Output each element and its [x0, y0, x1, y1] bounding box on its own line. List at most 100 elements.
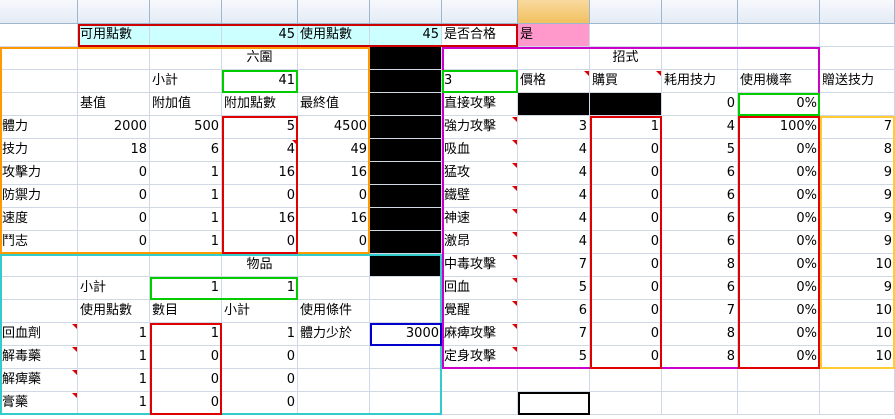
cell-b9[interactable]: 0 [78, 208, 150, 231]
cell-e10[interactable]: 0 [298, 231, 370, 254]
cell-b11[interactable] [78, 254, 150, 277]
cell-g8[interactable]: 鐵壁 [442, 185, 518, 208]
cell-c11[interactable] [150, 254, 222, 277]
cell-e13[interactable]: 使用條件 [298, 300, 370, 323]
cell-i12[interactable]: 0 [590, 277, 662, 300]
cell-k15[interactable]: 8 [662, 346, 738, 369]
cell-e2[interactable] [298, 47, 370, 70]
cell-c5[interactable]: 500 [150, 116, 222, 139]
cell-n17[interactable] [820, 392, 895, 415]
cell-f16[interactable] [370, 369, 442, 392]
cell-a4[interactable] [0, 93, 78, 116]
cell-h3[interactable]: 價格 [518, 70, 590, 93]
cell-c1[interactable] [150, 24, 222, 47]
cell-g17[interactable] [442, 392, 518, 415]
column-header-b[interactable] [78, 0, 150, 24]
cell-g10[interactable]: 激昂 [442, 231, 518, 254]
cell-h17[interactable] [518, 392, 590, 415]
cell-i17[interactable] [590, 392, 662, 415]
cell-a16[interactable]: 解痺藥 [0, 369, 78, 392]
cell-b1[interactable]: 可用點數 [78, 24, 150, 47]
cell-c14[interactable]: 1 [150, 323, 222, 346]
cell-f7[interactable] [370, 162, 442, 185]
cell-g14[interactable]: 麻痺攻擊 [442, 323, 518, 346]
cell-d6[interactable]: 4 [222, 139, 298, 162]
cell-n1[interactable] [820, 24, 895, 47]
column-header-i[interactable] [590, 0, 662, 24]
cell-h15[interactable]: 5 [518, 346, 590, 369]
column-header-k[interactable] [662, 0, 738, 24]
cell-n15[interactable]: 10 [820, 346, 895, 369]
cell-f5[interactable] [370, 116, 442, 139]
cell-d5[interactable]: 5 [222, 116, 298, 139]
cell-h12[interactable]: 5 [518, 277, 590, 300]
cell-l17[interactable] [738, 392, 820, 415]
column-header-f[interactable] [370, 0, 442, 24]
cell-b3[interactable] [78, 70, 150, 93]
cell-k14[interactable]: 8 [662, 323, 738, 346]
cell-d2[interactable]: 六圍 [222, 47, 298, 70]
cell-b8[interactable]: 0 [78, 185, 150, 208]
cell-n13[interactable]: 10 [820, 300, 895, 323]
cell-i4[interactable] [590, 93, 662, 116]
cell-n10[interactable]: 9 [820, 231, 895, 254]
cell-f2[interactable] [370, 47, 442, 70]
cell-d14[interactable]: 1 [222, 323, 298, 346]
cell-k7[interactable]: 6 [662, 162, 738, 185]
cell-a12[interactable] [0, 277, 78, 300]
cell-a8[interactable]: 防禦力 [0, 185, 78, 208]
cell-e4[interactable]: 最終值 [298, 93, 370, 116]
cell-k4[interactable]: 0 [662, 93, 738, 116]
cell-h9[interactable]: 4 [518, 208, 590, 231]
cell-g7[interactable]: 猛攻 [442, 162, 518, 185]
cell-b15[interactable]: 1 [78, 346, 150, 369]
cell-h4[interactable] [518, 93, 590, 116]
cell-f4[interactable] [370, 93, 442, 116]
cell-l12[interactable]: 0% [738, 277, 820, 300]
cell-i10[interactable]: 0 [590, 231, 662, 254]
cell-k3[interactable]: 耗用技力 [662, 70, 738, 93]
cell-k17[interactable] [662, 392, 738, 415]
cell-f6[interactable] [370, 139, 442, 162]
cell-n4[interactable] [820, 93, 895, 116]
cell-l10[interactable]: 0% [738, 231, 820, 254]
cell-h1[interactable]: 是 [518, 24, 590, 47]
cell-f8[interactable] [370, 185, 442, 208]
cell-i9[interactable]: 0 [590, 208, 662, 231]
cell-b5[interactable]: 2000 [78, 116, 150, 139]
cell-f15[interactable] [370, 346, 442, 369]
cell-h6[interactable]: 4 [518, 139, 590, 162]
cell-g9[interactable]: 神速 [442, 208, 518, 231]
column-header-l[interactable] [738, 0, 820, 24]
cell-a17[interactable]: 膏藥 [0, 392, 78, 415]
cell-b14[interactable]: 1 [78, 323, 150, 346]
cell-h13[interactable]: 6 [518, 300, 590, 323]
cell-e6[interactable]: 49 [298, 139, 370, 162]
cell-h7[interactable]: 4 [518, 162, 590, 185]
cell-c7[interactable]: 1 [150, 162, 222, 185]
cell-i6[interactable]: 0 [590, 139, 662, 162]
cell-n14[interactable]: 10 [820, 323, 895, 346]
cell-a5[interactable]: 體力 [0, 116, 78, 139]
cell-i11[interactable]: 0 [590, 254, 662, 277]
cell-b12[interactable]: 小計 [78, 277, 150, 300]
cell-e17[interactable] [298, 392, 370, 415]
cell-f1[interactable]: 45 [370, 24, 442, 47]
cell-e11[interactable] [298, 254, 370, 277]
cell-c15[interactable]: 0 [150, 346, 222, 369]
cell-f13[interactable] [370, 300, 442, 323]
cell-h2[interactable] [518, 47, 590, 70]
cell-f12[interactable] [370, 277, 442, 300]
cell-a1[interactable] [0, 24, 78, 47]
cell-d7[interactable]: 16 [222, 162, 298, 185]
cell-h5[interactable]: 3 [518, 116, 590, 139]
cell-a10[interactable]: 鬥志 [0, 231, 78, 254]
cell-f17[interactable] [370, 392, 442, 415]
cell-e12[interactable] [298, 277, 370, 300]
cell-l9[interactable]: 0% [738, 208, 820, 231]
cell-d10[interactable]: 0 [222, 231, 298, 254]
cell-a9[interactable]: 速度 [0, 208, 78, 231]
cell-a3[interactable] [0, 70, 78, 93]
cell-d16[interactable]: 0 [222, 369, 298, 392]
cell-h14[interactable]: 7 [518, 323, 590, 346]
